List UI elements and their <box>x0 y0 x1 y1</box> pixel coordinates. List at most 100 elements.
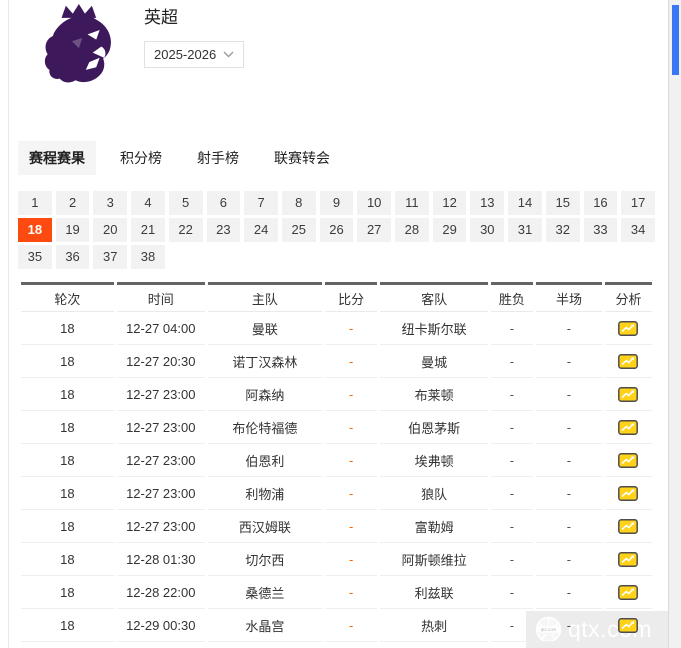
tab-1[interactable]: 赛程赛果 <box>18 141 96 175</box>
analysis-icon[interactable] <box>618 519 638 534</box>
round-cell-20[interactable]: 20 <box>93 218 127 242</box>
round-cell-10[interactable]: 10 <box>357 191 391 215</box>
column-header: 主队 <box>208 282 322 312</box>
column-header: 时间 <box>117 282 205 312</box>
cell-score: - <box>325 543 378 576</box>
analysis-icon[interactable] <box>618 618 638 633</box>
cell-result: - <box>491 444 533 477</box>
round-cell-1[interactable]: 1 <box>18 191 52 215</box>
cell-time: 12-27 23:00 <box>117 444 205 477</box>
round-cell-3[interactable]: 3 <box>93 191 127 215</box>
round-cell-17[interactable]: 17 <box>621 191 655 215</box>
cell-away: 热刺 <box>380 609 487 642</box>
cell-time: 12-28 01:30 <box>117 543 205 576</box>
round-cell-2[interactable]: 2 <box>56 191 90 215</box>
round-cell-12[interactable]: 12 <box>433 191 467 215</box>
tab-2[interactable]: 积分榜 <box>109 141 173 175</box>
round-cell-4[interactable]: 4 <box>131 191 165 215</box>
round-cell-27[interactable]: 27 <box>357 218 391 242</box>
cell-analysis <box>605 609 652 642</box>
fixture-row: 1812-27 23:00西汉姆联-富勒姆-- <box>21 510 652 543</box>
cell-home: 桑德兰 <box>208 576 322 609</box>
round-cell-13[interactable]: 13 <box>470 191 504 215</box>
cell-home: 利物浦 <box>208 477 322 510</box>
round-cell-22[interactable]: 22 <box>169 218 203 242</box>
analysis-icon[interactable] <box>618 453 638 468</box>
cell-home: 布伦特福德 <box>208 411 322 444</box>
cell-half: - <box>536 411 602 444</box>
cell-score: - <box>325 477 378 510</box>
scrollbar-thumb[interactable] <box>672 5 679 75</box>
round-cell-15[interactable]: 15 <box>546 191 580 215</box>
column-header: 胜负 <box>491 282 533 312</box>
round-cell-5[interactable]: 5 <box>169 191 203 215</box>
premier-league-lion-logo <box>39 3 117 90</box>
round-cell-34[interactable]: 34 <box>621 218 655 242</box>
cell-analysis <box>605 510 652 543</box>
cell-result: - <box>491 510 533 543</box>
cell-round: 18 <box>21 510 114 543</box>
analysis-icon[interactable] <box>618 354 638 369</box>
round-cell-21[interactable]: 21 <box>131 218 165 242</box>
round-cell-36[interactable]: 36 <box>56 245 90 269</box>
cell-time: 12-27 23:00 <box>117 378 205 411</box>
round-cell-8[interactable]: 8 <box>282 191 316 215</box>
cell-analysis <box>605 378 652 411</box>
chevron-down-icon <box>223 51 234 58</box>
analysis-icon[interactable] <box>618 486 638 501</box>
cell-result: - <box>491 543 533 576</box>
round-cell-26[interactable]: 26 <box>320 218 354 242</box>
round-cell-14[interactable]: 14 <box>508 191 542 215</box>
analysis-icon[interactable] <box>618 387 638 402</box>
round-cell-18[interactable]: 18 <box>18 218 52 242</box>
cell-time: 12-28 22:00 <box>117 576 205 609</box>
cell-score: - <box>325 378 378 411</box>
round-cell-24[interactable]: 24 <box>244 218 278 242</box>
tab-bar: 赛程赛果积分榜射手榜联赛转会 <box>18 141 658 175</box>
analysis-icon[interactable] <box>618 585 638 600</box>
fixture-row: 1812-27 23:00阿森纳-布莱顿-- <box>21 378 652 411</box>
round-cell-28[interactable]: 28 <box>395 218 429 242</box>
tab-3[interactable]: 射手榜 <box>186 141 250 175</box>
round-cell-25[interactable]: 25 <box>282 218 316 242</box>
round-cell-7[interactable]: 7 <box>244 191 278 215</box>
cell-half: - <box>536 576 602 609</box>
cell-round: 18 <box>21 576 114 609</box>
cell-half: - <box>536 609 602 642</box>
cell-round: 18 <box>21 411 114 444</box>
analysis-icon[interactable] <box>618 420 638 435</box>
round-cell-37[interactable]: 37 <box>93 245 127 269</box>
round-cell-31[interactable]: 31 <box>508 218 542 242</box>
cell-score: - <box>325 609 378 642</box>
season-dropdown[interactable]: 2025-2026 <box>144 41 244 68</box>
round-cell-9[interactable]: 9 <box>320 191 354 215</box>
cell-score: - <box>325 576 378 609</box>
round-cell-19[interactable]: 19 <box>56 218 90 242</box>
column-header: 半场 <box>536 282 602 312</box>
round-cell-6[interactable]: 6 <box>207 191 241 215</box>
round-grid: 1234567891011121314151617181920212223242… <box>18 191 655 269</box>
cell-score: - <box>325 345 378 378</box>
cell-result: - <box>491 378 533 411</box>
cell-analysis <box>605 411 652 444</box>
round-cell-29[interactable]: 29 <box>433 218 467 242</box>
scrollbar[interactable] <box>668 0 681 648</box>
cell-home: 阿森纳 <box>208 378 322 411</box>
cell-home: 曼联 <box>208 312 322 345</box>
round-cell-23[interactable]: 23 <box>207 218 241 242</box>
round-cell-32[interactable]: 32 <box>546 218 580 242</box>
analysis-icon[interactable] <box>618 321 638 336</box>
fixture-row: 1812-28 01:30切尔西-阿斯顿维拉-- <box>21 543 652 576</box>
round-cell-30[interactable]: 30 <box>470 218 504 242</box>
cell-result: - <box>491 345 533 378</box>
round-cell-35[interactable]: 35 <box>18 245 52 269</box>
cell-round: 18 <box>21 477 114 510</box>
round-cell-11[interactable]: 11 <box>395 191 429 215</box>
round-cell-33[interactable]: 33 <box>584 218 618 242</box>
analysis-icon[interactable] <box>618 552 638 567</box>
tab-4[interactable]: 联赛转会 <box>263 141 341 175</box>
round-cell-16[interactable]: 16 <box>584 191 618 215</box>
column-header: 比分 <box>325 282 378 312</box>
cell-away: 阿斯顿维拉 <box>380 543 487 576</box>
round-cell-38[interactable]: 38 <box>131 245 165 269</box>
